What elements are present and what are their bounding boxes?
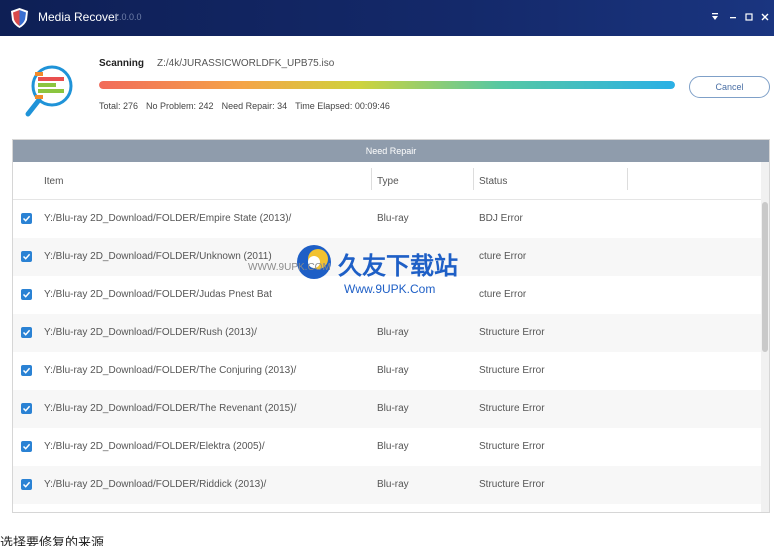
row-item-path: Y:/Blu-ray 2D_Download/FOLDER/The Revena…: [44, 403, 297, 414]
row-status: cture Error: [479, 289, 527, 300]
table-row[interactable]: Y:/Blu-ray 2D_Download/FOLDER/The Conjur…: [13, 352, 769, 390]
column-status[interactable]: Status: [479, 176, 507, 187]
row-status: Structure Error: [479, 365, 545, 376]
column-type[interactable]: Type: [377, 176, 399, 187]
table-row[interactable]: Y:/Blu-ray 2D_Download/FOLDER/Rush (2013…: [13, 314, 769, 352]
row-item-path: Y:/Blu-ray 2D_Download/FOLDER/Unknown (2…: [44, 251, 272, 262]
shield-icon: [11, 8, 28, 28]
table-row[interactable]: Y:/Blu-ray 2D_Download/FOLDER/Riddick (2…: [13, 466, 769, 504]
table-row[interactable]: Y:/Blu-ray 2D_Download/FOLDER/Judas Pnes…: [13, 276, 769, 314]
stat-total: Total: 276: [99, 101, 139, 111]
vertical-scrollbar[interactable]: [761, 162, 769, 512]
scan-progress-bar: [99, 81, 675, 89]
row-status: Structure Error: [479, 479, 545, 490]
need-repair-panel: Need Repair Item Type Status Y:/Blu-ray …: [12, 139, 770, 513]
row-item-path: Y:/Blu-ray 2D_Download/FOLDER/Empire Sta…: [44, 213, 292, 224]
column-divider: [627, 168, 628, 190]
app-version: 1.0.0.0: [114, 12, 142, 22]
column-divider: [371, 168, 372, 190]
checkbox-checked-icon[interactable]: [21, 365, 32, 376]
table-header: Item Type Status: [13, 162, 769, 200]
checkbox-checked-icon[interactable]: [21, 479, 32, 490]
magnifier-scan-icon: [25, 65, 73, 117]
checkbox-checked-icon[interactable]: [21, 213, 32, 224]
table-row[interactable]: Y:/Blu-ray 2D_Download/FOLDER/Empire Sta…: [13, 200, 769, 238]
row-status: cture Error: [479, 251, 527, 262]
table-body: Y:/Blu-ray 2D_Download/FOLDER/Empire Sta…: [13, 200, 769, 504]
column-divider: [473, 168, 474, 190]
row-type: Blu-ray: [377, 213, 409, 224]
stat-no-problem: No Problem: 242: [146, 101, 214, 111]
row-status: Structure Error: [479, 403, 545, 414]
scan-progress-fill: [99, 81, 675, 89]
checkbox-checked-icon[interactable]: [21, 441, 32, 452]
stat-time-elapsed: Time Elapsed: 00:09:46: [295, 101, 390, 111]
title-bar: Media Recover 1.0.0.0: [0, 0, 774, 36]
scrollbar-thumb[interactable]: [762, 202, 768, 352]
row-type: Blu-ray: [377, 479, 409, 490]
cancel-button[interactable]: Cancel: [689, 76, 770, 98]
row-type: Blu-ray: [377, 365, 409, 376]
row-item-path: Y:/Blu-ray 2D_Download/FOLDER/Judas Pnes…: [44, 289, 272, 300]
row-item-path: Y:/Blu-ray 2D_Download/FOLDER/Rush (2013…: [44, 327, 257, 338]
column-item[interactable]: Item: [44, 176, 63, 187]
stat-need-repair: Need Repair: 34: [221, 101, 288, 111]
row-item-path: Y:/Blu-ray 2D_Download/FOLDER/Riddick (2…: [44, 479, 267, 490]
scan-stats: Total: 276 No Problem: 242 Need Repair: …: [99, 101, 390, 111]
row-type: Blu-ray: [377, 441, 409, 452]
table-row[interactable]: Y:/Blu-ray 2D_Download/FOLDER/Unknown (2…: [13, 238, 769, 276]
row-type: Blu-ray: [377, 403, 409, 414]
row-status: Structure Error: [479, 327, 545, 338]
checkbox-checked-icon[interactable]: [21, 289, 32, 300]
row-type: Blu-ray: [377, 327, 409, 338]
table-row[interactable]: Y:/Blu-ray 2D_Download/FOLDER/Elektra (2…: [13, 428, 769, 466]
panel-title: Need Repair: [13, 140, 769, 162]
row-status: BDJ Error: [479, 213, 523, 224]
row-item-path: Y:/Blu-ray 2D_Download/FOLDER/The Conjur…: [44, 365, 297, 376]
checkbox-checked-icon[interactable]: [21, 251, 32, 262]
bottom-caption: 选择要修复的来源: [0, 535, 105, 546]
checkbox-checked-icon[interactable]: [21, 403, 32, 414]
row-status: Structure Error: [479, 441, 545, 452]
close-icon[interactable]: [756, 8, 774, 26]
scan-label: Scanning: [99, 58, 145, 69]
menu-down-icon[interactable]: [706, 8, 724, 26]
checkbox-checked-icon[interactable]: [21, 327, 32, 338]
table-row[interactable]: Y:/Blu-ray 2D_Download/FOLDER/The Revena…: [13, 390, 769, 428]
scan-path: Z:/4k/JURASSICWORLDFK_UPB75.iso: [157, 58, 335, 69]
app-title: Media Recover: [38, 10, 119, 24]
row-item-path: Y:/Blu-ray 2D_Download/FOLDER/Elektra (2…: [44, 441, 265, 452]
